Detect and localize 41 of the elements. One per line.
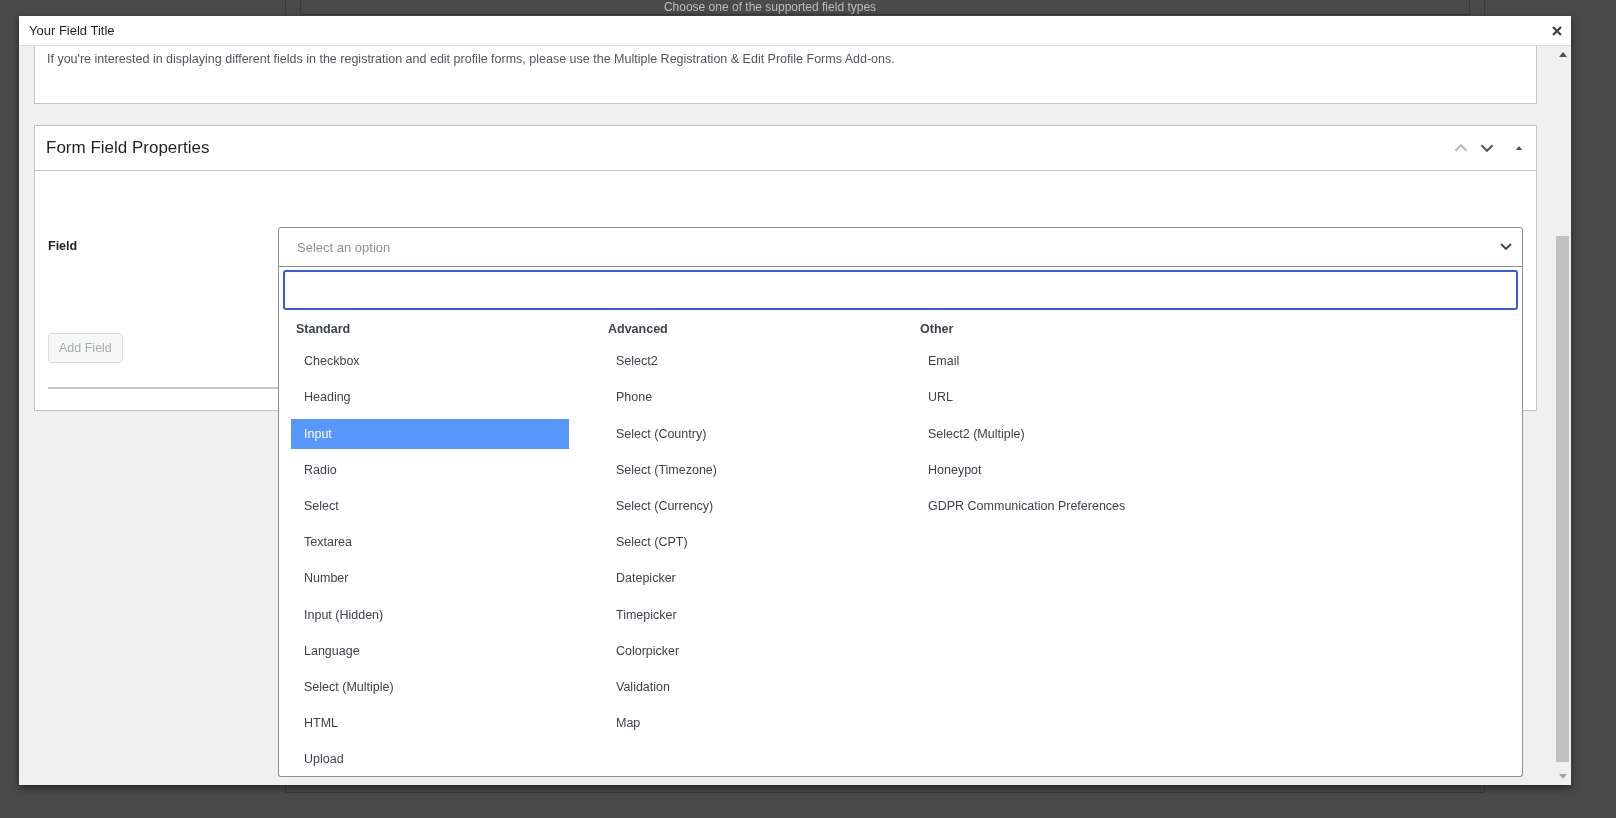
option-item[interactable]: GDPR Communication Preferences	[915, 490, 1193, 521]
option-item[interactable]: Select (Country)	[603, 418, 881, 449]
option-item[interactable]: Select (Currency)	[603, 490, 881, 521]
option-item[interactable]: Select (CPT)	[603, 527, 881, 558]
option-item[interactable]: Phone	[603, 382, 881, 413]
option-item[interactable]: Language	[291, 635, 569, 666]
option-item[interactable]: Number	[291, 563, 569, 594]
option-item[interactable]: Honeypot	[915, 454, 1193, 485]
group-heading: Advanced	[607, 321, 669, 338]
scrollbar-thumb[interactable]	[1556, 236, 1569, 762]
chevron-down-icon	[1500, 243, 1512, 251]
option-item[interactable]: Heading	[291, 382, 569, 413]
option-item[interactable]: Validation	[603, 671, 881, 702]
group-heading: Standard	[295, 321, 352, 338]
option-item[interactable]: Checkbox	[291, 346, 569, 377]
option-item[interactable]: Select (Timezone)	[603, 454, 881, 485]
scroll-up-icon[interactable]	[1558, 52, 1567, 57]
notice-text: If you're interested in displaying different fields in the registration and edit profile forms, please use the Multiple Registration & Edit Profile Forms Add-ons.	[47, 52, 895, 66]
panel-title: Form Field Properties	[46, 138, 210, 158]
option-item[interactable]: Textarea	[291, 527, 569, 558]
option-item[interactable]: Select2 (Multiple)	[915, 418, 1193, 449]
option-item[interactable]: Radio	[291, 454, 569, 485]
search-field[interactable]	[283, 270, 1518, 310]
option-item[interactable]: Upload	[291, 744, 569, 775]
option-item[interactable]: Colorpicker	[603, 635, 881, 666]
modal-title: Your Field Title	[29, 23, 115, 38]
field-label: Field	[48, 238, 79, 253]
option-item[interactable]: HTML	[291, 708, 569, 739]
close-icon[interactable]	[1551, 24, 1563, 37]
option-item[interactable]: Datepicker	[603, 563, 881, 594]
background-text: Choose one of the supported field types	[663, 0, 877, 14]
option-item[interactable]: Select (Multiple)	[291, 671, 569, 702]
chevron-down-icon[interactable]	[1480, 143, 1494, 153]
option-item[interactable]: Email	[915, 346, 1193, 377]
option-item[interactable]: Input (Hidden)	[291, 599, 569, 630]
option-item[interactable]: Select2	[603, 346, 881, 377]
option-item[interactable]: Select	[291, 490, 569, 521]
option-item[interactable]: Map	[603, 708, 881, 739]
group-heading: Other	[919, 321, 955, 338]
option-item[interactable]: Timepicker	[603, 599, 881, 630]
option-item[interactable]: URL	[915, 382, 1193, 413]
